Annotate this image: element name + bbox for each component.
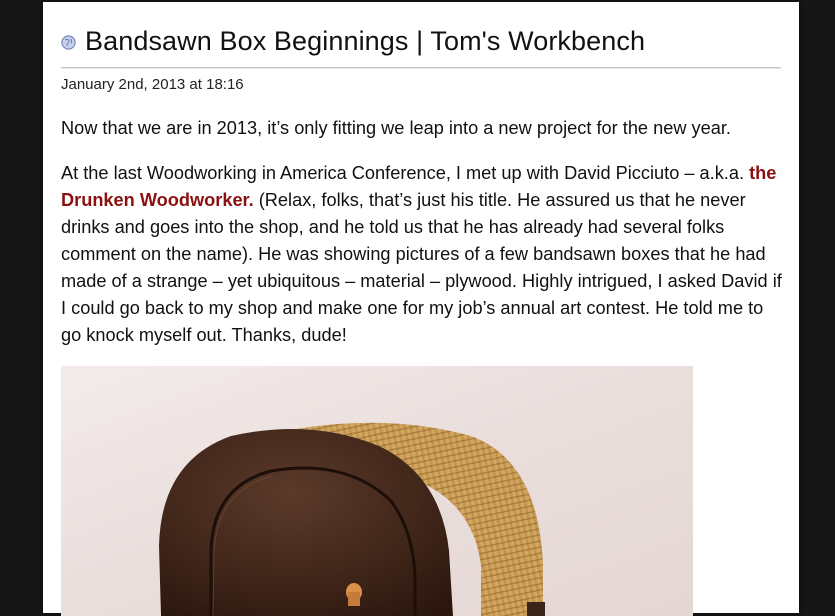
post-body: Now that we are in 2013, it’s only fitti…: [61, 115, 783, 367]
globe-icon: [61, 35, 76, 50]
post-header: Bandsawn Box Beginnings | Tom's Workbenc…: [61, 26, 645, 57]
paragraph-text: At the last Woodworking in America Confe…: [61, 163, 750, 183]
post-paragraph: At the last Woodworking in America Confe…: [61, 160, 783, 349]
post-date: January 2nd, 2013 at 18:16: [61, 76, 244, 93]
post-paragraph: Now that we are in 2013, it’s only fitti…: [61, 118, 731, 138]
title-divider: [61, 67, 781, 69]
bandsawn-box-photo[interactable]: [61, 366, 693, 616]
paragraph-text: (Relax, folks, that’s just his title. He…: [61, 190, 782, 345]
post-title-link[interactable]: Bandsawn Box Beginnings | Tom's Workbenc…: [85, 26, 645, 57]
post-container: Bandsawn Box Beginnings | Tom's Workbenc…: [43, 2, 799, 616]
